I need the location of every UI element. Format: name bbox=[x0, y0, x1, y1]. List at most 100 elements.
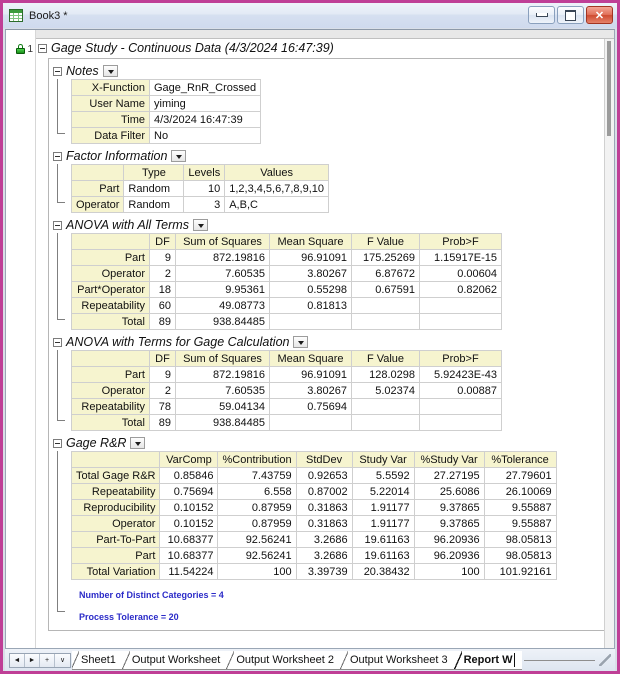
report-root-node[interactable]: Gage Study - Continuous Data (4/3/2024 1… bbox=[38, 40, 614, 56]
gage-varcomp-2: 0.10152 bbox=[159, 499, 219, 516]
tab-nav-prev-button[interactable]: ◄ bbox=[10, 653, 25, 667]
section-anova-gage-calculation: ANOVA with Terms for Gage Calculation DF… bbox=[53, 334, 607, 431]
anova2-p-3 bbox=[419, 414, 502, 431]
sheet-tab-label: Output Worksheet bbox=[131, 653, 221, 666]
gage-studyvar-2: 1.91177 bbox=[351, 499, 415, 516]
table-row: User Name yiming bbox=[71, 95, 262, 112]
anova1-df-3: 60 bbox=[149, 297, 176, 314]
anova2-p-0: 5.92423E-43 bbox=[419, 366, 502, 383]
tab-nav-next-button[interactable]: ► bbox=[25, 653, 40, 667]
gage-pstudyvar-5: 96.20936 bbox=[413, 547, 485, 564]
notes-value-time: 4/3/2024 16:47:39 bbox=[148, 111, 262, 128]
gage-col-blank bbox=[70, 451, 161, 468]
gage-row-label-4: Part-To-Part bbox=[70, 531, 161, 548]
anova1-ss-1: 7.60535 bbox=[175, 265, 270, 282]
notes-label-time: Time bbox=[71, 111, 150, 128]
table-row: Repeatability 60 49.08773 0.81813 bbox=[71, 297, 502, 314]
collapse-icon-anova-gage-calculation[interactable] bbox=[53, 337, 62, 347]
table-row: Time 4/3/2024 16:47:39 bbox=[71, 111, 262, 128]
gage-studyvar-3: 1.91177 bbox=[351, 515, 415, 532]
factor-values-operator: A,B,C bbox=[224, 196, 330, 213]
close-button[interactable]: ✕ bbox=[586, 6, 613, 24]
factor-values-part: 1,2,3,4,5,6,7,8,9,10 bbox=[224, 180, 330, 197]
row-number: 1 bbox=[27, 43, 33, 55]
vertical-scrollbar-thumb[interactable] bbox=[607, 41, 611, 136]
workbook-icon bbox=[9, 9, 23, 22]
anova2-p-1: 0.00887 bbox=[419, 382, 502, 399]
table-row: Data Filter No bbox=[71, 127, 262, 144]
anova1-col-ms: Mean Square bbox=[269, 233, 352, 250]
anova2-ss-0: 872.19816 bbox=[175, 366, 270, 383]
sheet-tab-report-w[interactable]: Report W bbox=[453, 650, 523, 670]
notes-value-datafilter: No bbox=[148, 127, 262, 144]
collapse-icon-root[interactable] bbox=[38, 43, 47, 53]
gage-col-pct-studyvar: %Study Var bbox=[413, 451, 485, 468]
anova2-ss-3: 938.84485 bbox=[175, 414, 270, 431]
tab-nav-buttons: ◄ ► + ∨ bbox=[9, 652, 71, 668]
collapse-icon-notes[interactable] bbox=[53, 66, 62, 76]
anova2-p-2 bbox=[419, 398, 502, 415]
section-anova-gage-calculation-header[interactable]: ANOVA with Terms for Gage Calculation bbox=[53, 334, 607, 350]
factor-levels-part: 10 bbox=[183, 180, 226, 197]
anova2-ss-1: 7.60535 bbox=[175, 382, 270, 399]
chevron-down-icon-notes[interactable] bbox=[102, 65, 118, 77]
tab-separator-icon bbox=[72, 650, 79, 669]
section-gage-rr-header[interactable]: Gage R&R bbox=[53, 435, 607, 451]
branch-gage-rr: VarComp %Contribution StdDev Study Var %… bbox=[57, 451, 607, 622]
anova2-ms-1: 3.80267 bbox=[269, 382, 352, 399]
tab-add-button[interactable]: + bbox=[40, 653, 55, 667]
collapse-icon-anova-all-terms[interactable] bbox=[53, 220, 62, 230]
anova2-ms-3 bbox=[269, 414, 352, 431]
anova1-f-4 bbox=[351, 313, 420, 330]
gage-contrib-6: 100 bbox=[217, 563, 297, 580]
row-header-1[interactable]: 1 bbox=[6, 40, 35, 58]
anova1-row-label-0: Part bbox=[71, 249, 150, 266]
sheet-tab-output-worksheet[interactable]: Output Worksheet bbox=[121, 650, 228, 670]
vertical-scrollbar[interactable] bbox=[604, 39, 614, 648]
anova2-f-0: 128.0298 bbox=[351, 366, 420, 383]
resize-grip[interactable] bbox=[599, 654, 611, 666]
worksheet: 1 Gage Study - Continuous Data (4/3/2024… bbox=[5, 29, 615, 649]
anova1-ss-0: 872.19816 bbox=[175, 249, 270, 266]
minimize-button[interactable] bbox=[528, 6, 555, 24]
anova2-f-1: 5.02374 bbox=[351, 382, 420, 399]
chevron-down-icon-factor-information[interactable] bbox=[171, 150, 187, 162]
anova1-ms-3: 0.81813 bbox=[269, 297, 352, 314]
chevron-down-icon-anova-all-terms[interactable] bbox=[192, 219, 208, 231]
maximize-button[interactable] bbox=[557, 6, 584, 24]
gage-varcomp-4: 10.68377 bbox=[159, 531, 219, 548]
anova2-col-p: Prob>F bbox=[419, 350, 502, 367]
collapse-icon-factor-information[interactable] bbox=[53, 151, 62, 161]
anova1-ss-3: 49.08773 bbox=[175, 297, 270, 314]
anova1-p-1: 0.00604 bbox=[419, 265, 502, 282]
section-factor-information-header[interactable]: Factor Information bbox=[53, 148, 607, 164]
collapse-icon-gage-rr[interactable] bbox=[53, 438, 62, 448]
anova2-row-label-3: Total bbox=[71, 414, 150, 431]
gage-pstudyvar-1: 25.6086 bbox=[413, 483, 485, 500]
sheet-tab-output-worksheet-2[interactable]: Output Worksheet 2 bbox=[226, 650, 341, 670]
anova2-df-2: 78 bbox=[149, 398, 176, 415]
table-row: Part 9 872.19816 96.91091 175.25269 1.15… bbox=[71, 249, 502, 266]
tab-list-button[interactable]: ∨ bbox=[55, 653, 70, 667]
sheet-tab-bar: ◄ ► + ∨ Sheet1 Output Worksheet Output W… bbox=[5, 649, 615, 671]
gage-contrib-2: 0.87959 bbox=[217, 499, 297, 516]
gage-col-contribution: %Contribution bbox=[217, 451, 297, 468]
gage-row-label-3: Operator bbox=[70, 515, 161, 532]
anova1-df-4: 89 bbox=[149, 313, 176, 330]
chevron-down-icon-anova-gage-calculation[interactable] bbox=[293, 336, 309, 348]
factor-col-blank bbox=[70, 164, 125, 181]
section-anova-all-terms-header[interactable]: ANOVA with All Terms bbox=[53, 217, 607, 233]
table-row: Part 9 872.19816 96.91091 128.0298 5.924… bbox=[71, 366, 502, 383]
chevron-down-icon-gage-rr[interactable] bbox=[130, 437, 146, 449]
sheet-tab-sheet1[interactable]: Sheet1 bbox=[72, 650, 123, 670]
anova1-col-df: DF bbox=[149, 233, 176, 250]
tab-separator-icon bbox=[339, 650, 348, 669]
table-row: X-Function Gage_RnR_Crossed bbox=[71, 79, 262, 96]
table-row: Operator Random 3 A,B,C bbox=[70, 196, 330, 213]
minimize-icon bbox=[535, 13, 548, 17]
table-header-row: Type Levels Values bbox=[70, 164, 330, 181]
sheet-tab-output-worksheet-3[interactable]: Output Worksheet 3 bbox=[339, 650, 455, 670]
section-notes-header[interactable]: Notes bbox=[53, 63, 607, 79]
anova1-f-0: 175.25269 bbox=[351, 249, 420, 266]
anova1-row-label-4: Total bbox=[71, 313, 150, 330]
